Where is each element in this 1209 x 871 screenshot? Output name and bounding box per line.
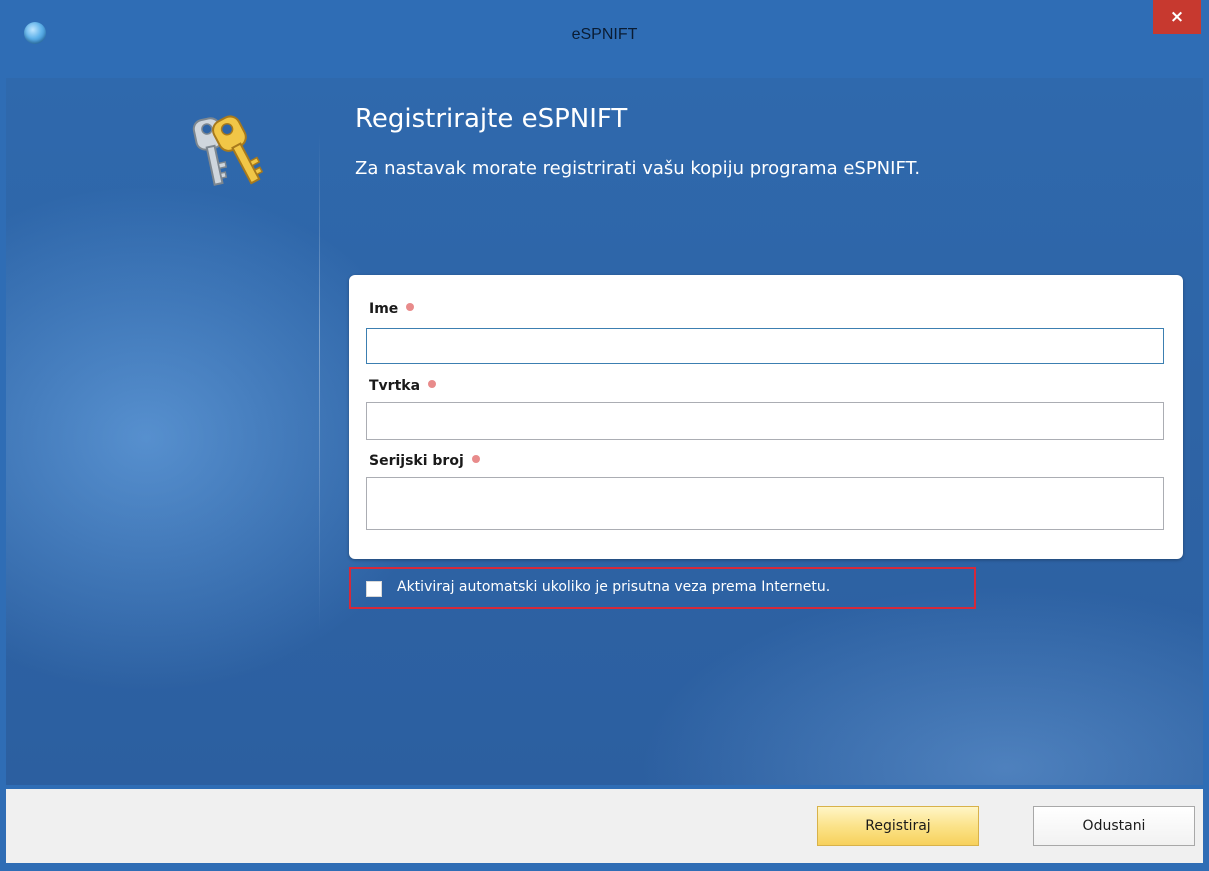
company-input[interactable] xyxy=(366,402,1164,440)
required-indicator xyxy=(406,303,415,311)
title-bar[interactable]: eSPNIFT × xyxy=(6,0,1203,78)
serial-number-label-text: Serijski broj xyxy=(369,453,464,469)
registration-form: Ime Tvrtka Serijski broj xyxy=(349,275,1183,559)
auto-activate-checkbox[interactable] xyxy=(366,581,382,597)
registration-window: eSPNIFT × Registrirajte eSPNIFT Za nasta… xyxy=(0,0,1209,871)
button-bar-inner: Registiraj Odustani xyxy=(6,789,1203,863)
required-indicator xyxy=(428,380,437,388)
dialog-subheading: Za nastavak morate registrirati vašu kop… xyxy=(355,158,921,179)
company-label-text: Tvrtka xyxy=(369,378,421,394)
window-title: eSPNIFT xyxy=(571,26,638,43)
cancel-button[interactable]: Odustani xyxy=(1033,806,1195,846)
name-label-text: Ime xyxy=(369,301,399,317)
company-label: Tvrtka xyxy=(369,378,437,394)
register-button[interactable]: Registiraj xyxy=(817,806,979,846)
dialog-content: Registrirajte eSPNIFT Za nastavak morate… xyxy=(6,78,1203,785)
vertical-divider xyxy=(319,133,320,633)
auto-activate-label[interactable]: Aktiviraj automatski ukoliko je prisutna… xyxy=(397,579,830,595)
name-input[interactable] xyxy=(366,328,1164,364)
required-indicator xyxy=(471,455,480,463)
close-button[interactable]: × xyxy=(1153,0,1201,34)
serial-number-label: Serijski broj xyxy=(369,453,480,469)
close-icon: × xyxy=(1169,7,1185,27)
button-bar: Registiraj Odustani xyxy=(6,785,1203,871)
serial-number-input[interactable] xyxy=(366,477,1164,530)
dialog-heading: Registrirajte eSPNIFT xyxy=(355,104,628,134)
name-label: Ime xyxy=(369,301,415,317)
keys-icon xyxy=(192,115,264,186)
auto-activate-option[interactable]: Aktiviraj automatski ukoliko je prisutna… xyxy=(349,567,976,609)
